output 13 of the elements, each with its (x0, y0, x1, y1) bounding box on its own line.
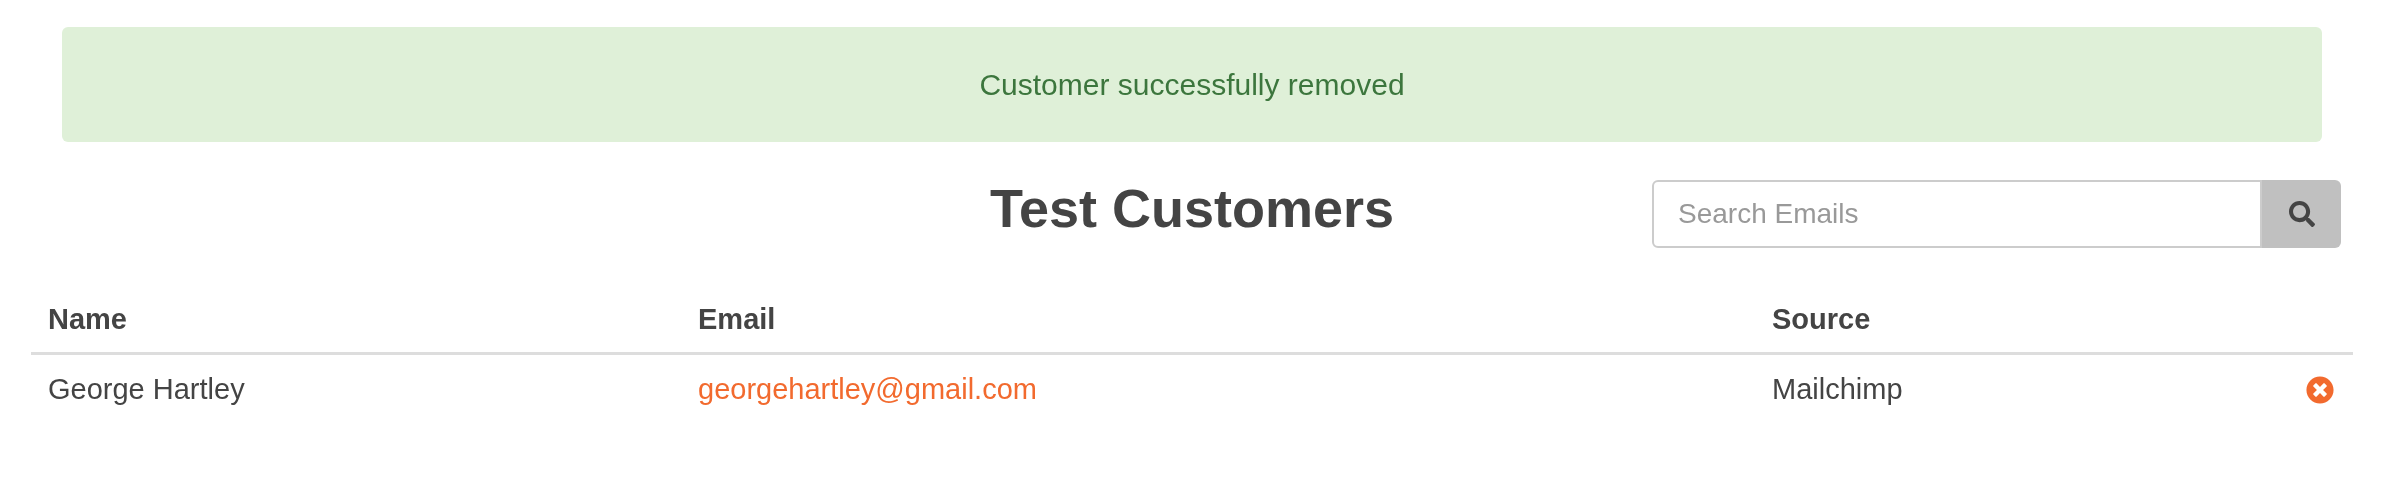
column-header: Source (1772, 302, 1871, 335)
search-icon (2288, 201, 2315, 227)
table-cell: Mailchimp (1772, 373, 1903, 406)
remove-button[interactable] (2305, 375, 2335, 405)
column-header: Name (48, 302, 127, 335)
page-title: Test Customers (989, 177, 1395, 240)
close-icon (2306, 376, 2334, 404)
table-cell: George Hartley (48, 373, 245, 406)
alert-message: Customer successfully removed (979, 67, 1405, 103)
column-header: Email (698, 302, 776, 335)
email-link[interactable]: georgehartley@gmail.com (698, 373, 1037, 406)
search-field[interactable]: Search Emails (1652, 180, 2262, 248)
search-button[interactable] (2262, 180, 2341, 248)
